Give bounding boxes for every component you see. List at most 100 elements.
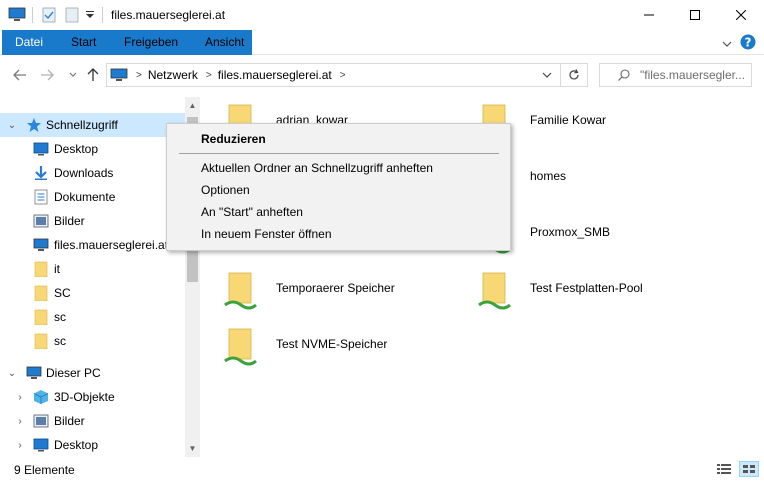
properties-icon[interactable] [42,7,56,23]
tree-item-quick-access[interactable]: ⌄ Schnellzugriff [0,113,185,137]
tab-share[interactable]: Freigeben [112,30,190,55]
tree-item-label: sc [54,310,66,324]
tree-item-folder-sc-2[interactable]: sc [0,329,185,353]
tree-item-downloads[interactable]: Downloads [0,161,185,185]
menu-item-open-new-window[interactable]: In neuem Fenster öffnen [201,227,332,241]
breadcrumb-separator-icon[interactable]: > [206,70,212,81]
tree-item-desktop-pc[interactable]: › Desktop [0,433,185,457]
close-icon [736,10,746,20]
tree-item-pictures[interactable]: Bilder [0,209,185,233]
folder-icon [33,309,49,326]
breadcrumb-separator-icon[interactable]: > [136,70,142,81]
forward-button[interactable] [38,66,56,84]
arrow-right-icon [41,69,54,81]
customize-toolbar-icon[interactable] [86,7,94,23]
chevron-right-icon[interactable]: › [14,440,26,451]
share-item[interactable]: Test NVME-Speicher [200,321,450,373]
tiles-view-button[interactable] [739,461,759,477]
tree-item-label: Schnellzugriff [46,118,118,132]
tree-item-folder-sc[interactable]: sc [0,305,185,329]
folder-icon [33,333,49,350]
tree-item-folder-SC[interactable]: SC [0,281,185,305]
shared-folder-icon [223,269,257,313]
navigation-bar: > Netzwerk > files.mauerseglerei.at > "f… [0,55,764,95]
tree-item-label: Dokumente [54,190,116,204]
chevron-right-icon[interactable]: › [14,416,26,427]
tree-item-label: it [54,262,60,276]
search-input[interactable]: "files.mauersegler... [599,63,752,87]
arrow-left-icon [13,69,26,81]
minimize-icon [644,14,654,16]
share-name: Proxmox_SMB [530,225,611,239]
status-bar: 9 Elemente [0,457,764,483]
new-folder-icon[interactable] [65,7,79,23]
scroll-up-icon[interactable]: ▲ [185,97,200,114]
tree-item-label: SC [54,286,71,300]
address-history-button[interactable] [542,72,552,79]
document-icon [33,189,49,205]
refresh-button[interactable] [561,63,588,87]
share-name: homes [530,169,567,183]
chevron-down-icon[interactable]: ⌄ [6,120,18,131]
tab-home[interactable]: Start [59,30,108,55]
search-icon [618,69,630,81]
chevron-down-icon [69,72,77,77]
share-item[interactable]: Test Festplatten-Pool [454,265,704,317]
item-count: 9 Elemente [14,463,75,477]
menu-item-pin-start[interactable]: An "Start" anheften [201,205,303,219]
menu-item-options[interactable]: Optionen [201,183,250,197]
details-view-button[interactable] [716,463,732,478]
tree-item-host[interactable]: files.mauerseglerei.at [0,233,185,257]
tab-view[interactable]: Ansicht [193,30,256,55]
recent-locations-button[interactable] [64,66,82,84]
menu-item-collapse[interactable]: Reduzieren [201,132,266,146]
details-view-icon [717,464,731,474]
network-computer-icon [33,237,49,253]
breadcrumb-host[interactable]: files.mauerseglerei.at [218,68,332,82]
star-icon [26,117,42,133]
chevron-right-icon[interactable]: › [14,392,26,403]
folder-icon [33,261,49,278]
expand-ribbon-button[interactable] [722,37,732,51]
computer-icon[interactable] [8,7,26,23]
close-button[interactable] [718,0,764,30]
ribbon-tabs: Datei Start Freigeben Ansicht ? [0,30,764,82]
breadcrumb-network[interactable]: Netzwerk [148,68,198,82]
tree-item-label: Dieser PC [46,366,101,380]
help-button[interactable]: ? [740,34,756,53]
back-button[interactable] [11,66,29,84]
up-button[interactable] [84,66,102,84]
tree-item-label: 3D-Objekte [54,390,115,404]
scroll-down-icon[interactable]: ▼ [185,440,200,457]
tree-item-3d-objects[interactable]: › 3D-Objekte [0,385,185,409]
download-arrow-icon [33,165,49,181]
menu-divider [179,153,499,154]
menu-item-pin-quick-access[interactable]: Aktuellen Ordner an Schnellzugriff anhef… [201,161,433,175]
help-icon: ? [740,34,756,50]
chevron-down-icon [542,72,552,78]
minimize-button[interactable] [626,0,672,30]
share-name: Temporaerer Speicher [276,281,395,295]
folder-icon [33,285,49,302]
share-name: Test NVME-Speicher [276,337,388,351]
share-item[interactable]: Temporaerer Speicher [200,265,450,317]
tree-item-label: Downloads [54,166,114,180]
cube-icon [33,389,49,405]
pictures-icon [33,213,49,229]
tree-item-desktop[interactable]: Desktop [0,137,185,161]
title-bar: files.mauerseglerei.at [0,0,764,30]
tree-item-label: Desktop [54,142,99,156]
address-bar[interactable]: > Netzwerk > files.mauerseglerei.at > [106,63,561,87]
tree-item-documents[interactable]: Dokumente [0,185,185,209]
search-placeholder: "files.mauersegler... [640,68,745,82]
tree-item-label: Desktop [54,438,99,452]
desktop-icon [33,141,49,157]
tree-item-pictures-pc[interactable]: › Bilder [0,409,185,433]
chevron-down-icon[interactable]: ⌄ [6,368,18,379]
share-name: Test Festplatten-Pool [530,281,643,295]
tree-item-folder-it[interactable]: it [0,257,185,281]
maximize-icon [690,10,700,20]
tree-item-this-pc[interactable]: ⌄ Dieser PC [0,361,185,385]
maximize-button[interactable] [672,0,718,30]
breadcrumb-separator-icon[interactable]: > [340,70,346,81]
